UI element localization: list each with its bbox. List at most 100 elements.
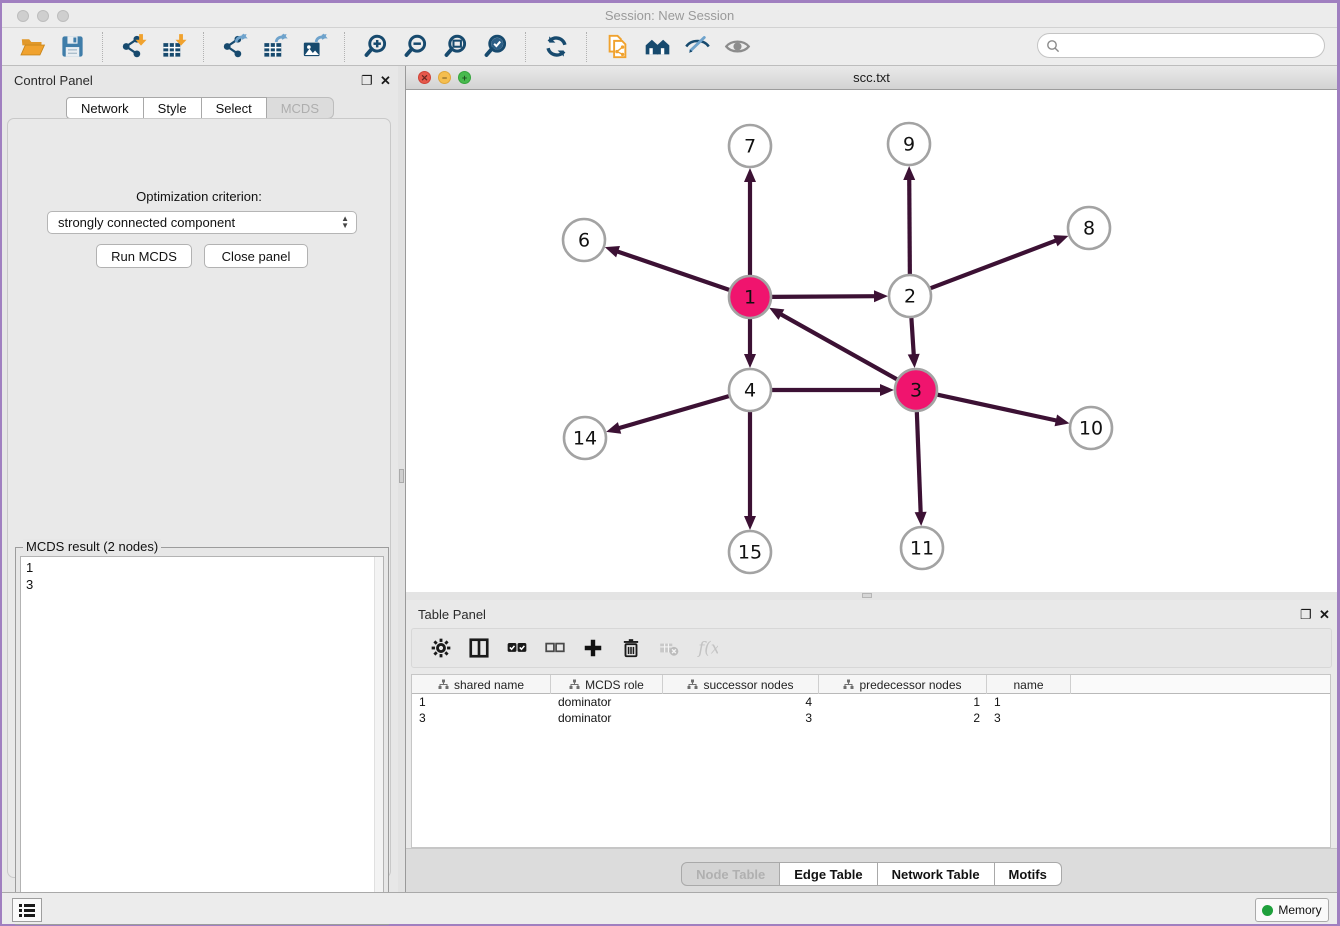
task-history-button[interactable] [12,898,42,922]
table-panel-close-icon[interactable]: ✕ [1319,607,1330,623]
cell-successor-nodes[interactable]: 3 [663,710,819,726]
graph-node-8[interactable]: 8 [1068,207,1110,249]
birds-eye-button[interactable] [680,31,714,63]
tab-edge-table[interactable]: Edge Table [780,862,877,886]
column-header-shared-name[interactable]: shared name [412,675,551,694]
splitter-grip[interactable] [862,593,872,598]
cell-shared-name[interactable]: 1 [412,694,551,710]
tab-motifs[interactable]: Motifs [995,862,1062,886]
application-window: Session: New Session Control Panel ❐ ✕ N… [0,0,1340,926]
graph-node-11[interactable]: 11 [901,527,943,569]
splitter-grip[interactable] [399,469,404,483]
tab-node-table[interactable]: Node Table [681,862,780,886]
cell-predecessor-nodes[interactable]: 1 [819,694,987,710]
export-table-button[interactable] [257,31,291,63]
home-icon [644,33,671,60]
tab-network-table[interactable]: Network Table [878,862,995,886]
import-network-button[interactable] [116,31,150,63]
vertical-splitter[interactable] [398,66,406,892]
close-panel-button[interactable]: Close panel [204,244,308,268]
graph-node-7[interactable]: 7 [729,125,771,167]
table-panel-float-icon[interactable]: ❐ [1300,607,1312,623]
graph-node-15[interactable]: 15 [729,531,771,573]
table-settings-button[interactable] [424,632,458,664]
tab-style[interactable]: Style [144,97,202,119]
graph-node-1[interactable]: 1 [729,276,771,318]
control-panel: Control Panel ❐ ✕ NetworkStyleSelectMCDS… [2,66,398,892]
node-label: 10 [1079,418,1103,440]
table-row[interactable]: 3dominator323 [412,710,1330,726]
save-session-icon [59,33,86,60]
memory-button[interactable]: Memory [1255,898,1329,922]
cell-MCDS-role[interactable]: dominator [551,694,663,710]
home-button[interactable] [640,31,674,63]
refresh-layout-button[interactable] [539,31,573,63]
table-row[interactable]: 1dominator411 [412,694,1330,710]
result-scrollbar[interactable] [374,557,383,919]
column-header-successor-nodes[interactable]: successor nodes [663,675,819,694]
save-session-button[interactable] [55,31,89,63]
graph-edge-3-1[interactable] [769,308,897,379]
export-image-button[interactable] [297,31,331,63]
export-network-button[interactable] [217,31,251,63]
graph-edge-1-7[interactable] [744,168,756,275]
column-header-MCDS-role[interactable]: MCDS role [551,675,663,694]
zoom-in-button[interactable] [358,31,392,63]
graph-edge-1-2[interactable] [772,290,888,302]
import-table-button[interactable] [156,31,190,63]
result-line: 1 [26,559,378,576]
graph-edge-1-6[interactable] [605,246,729,290]
cell-MCDS-role[interactable]: dominator [551,710,663,726]
select-all-button[interactable] [500,632,534,664]
run-mcds-button[interactable]: Run MCDS [96,244,192,268]
column-header-name[interactable]: name [987,675,1071,694]
graph-node-10[interactable]: 10 [1070,407,1112,449]
graph-edge-4-3[interactable] [772,384,894,396]
show-columns-button[interactable] [462,632,496,664]
column-header-predecessor-nodes[interactable]: predecessor nodes [819,675,987,694]
cell-shared-name[interactable]: 3 [412,710,551,726]
mcds-panel-body: Optimization criterion: strongly connect… [7,118,391,878]
add-row-button[interactable] [576,632,610,664]
tab-select[interactable]: Select [202,97,267,119]
graph-edge-4-14[interactable] [606,396,729,434]
tab-mcds[interactable]: MCDS [267,97,334,119]
mcds-result-text-area[interactable]: 13 [20,556,384,920]
graph-node-6[interactable]: 6 [563,219,605,261]
control-panel-float-icon[interactable]: ❐ [361,73,373,89]
graph-edge-3-10[interactable] [937,395,1069,427]
graph-node-14[interactable]: 14 [564,417,606,459]
graph-node-4[interactable]: 4 [729,369,771,411]
graph-edge-3-11[interactable] [915,412,927,526]
clone-network-button[interactable] [600,31,634,63]
control-panel-close-icon[interactable]: ✕ [380,73,391,89]
cell-predecessor-nodes[interactable]: 2 [819,710,987,726]
cell-name[interactable]: 3 [987,710,1071,726]
zoom-out-button[interactable] [398,31,432,63]
search-box[interactable] [1037,33,1325,58]
search-input[interactable] [1065,38,1324,54]
horizontal-splitter[interactable] [406,592,1337,600]
zoom-selected-button[interactable] [478,31,512,63]
delete-row-button[interactable] [614,632,648,664]
zoom-fit-button[interactable] [438,31,472,63]
graph-node-3[interactable]: 3 [895,369,937,411]
toolbar-separator [344,32,345,62]
open-file-button[interactable] [15,31,49,63]
graph-edge-4-15[interactable] [744,412,756,530]
cell-name[interactable]: 1 [987,694,1071,710]
graph-edge-2-8[interactable] [931,235,1069,288]
network-canvas[interactable]: 7 9 6 8 1 2 4 3 14 10 15 11 [406,90,1337,592]
node-label: 2 [904,286,916,308]
graph-node-9[interactable]: 9 [888,123,930,165]
graph-node-2[interactable]: 2 [889,275,931,317]
graph-edge-2-3[interactable] [908,318,920,368]
zoom-fit-icon [442,33,469,60]
graph-edge-2-9[interactable] [903,166,915,274]
cell-successor-nodes[interactable]: 4 [663,694,819,710]
unselect-all-button[interactable] [538,632,572,664]
graph-edge-1-4[interactable] [744,319,756,368]
graphics-details-button[interactable] [720,31,754,63]
optimization-criterion-dropdown[interactable]: strongly connected component ▲▼ [47,211,357,234]
tab-network[interactable]: Network [66,97,144,119]
